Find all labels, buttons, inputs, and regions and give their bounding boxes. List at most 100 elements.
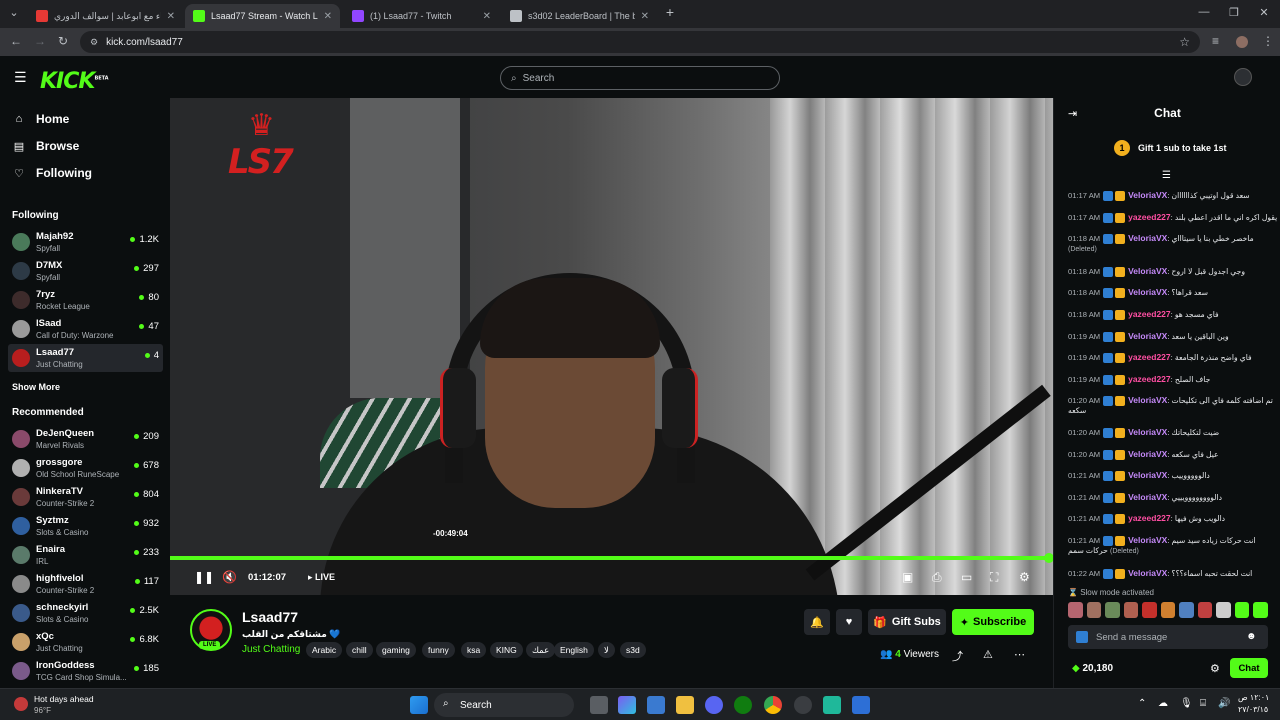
channel-points[interactable]: 20,180: [1072, 663, 1113, 674]
message-username[interactable]: yazeed227: [1128, 212, 1171, 222]
defender-icon[interactable]: [852, 696, 870, 714]
follow-button[interactable]: ♥: [836, 609, 862, 635]
message-username[interactable]: VeloriaVX: [1128, 470, 1167, 480]
tab-search-icon[interactable]: ⌄: [4, 6, 24, 19]
fullscreen-icon[interactable]: ⛶: [990, 570, 998, 585]
reload-icon[interactable]: ↻: [58, 34, 68, 48]
message-username[interactable]: VeloriaVX: [1128, 492, 1167, 502]
onedrive-icon[interactable]: ☁: [1158, 698, 1168, 709]
xbox-icon[interactable]: [734, 696, 752, 714]
tag[interactable]: funny: [422, 642, 455, 658]
share-icon[interactable]: ⤴: [952, 648, 963, 664]
weather-title[interactable]: Hot days ahead: [34, 694, 94, 704]
chrome-icon[interactable]: [764, 696, 782, 714]
tray-overflow-icon[interactable]: ⌃: [1138, 698, 1146, 709]
chat-settings-icon[interactable]: ⚙: [1210, 662, 1220, 675]
message-username[interactable]: VeloriaVX: [1128, 568, 1167, 578]
live-indicator[interactable]: ▸ LIVE: [308, 572, 335, 583]
task-view-icon[interactable]: [590, 696, 608, 714]
video-player[interactable]: ♛ LS7 -00:49:04 ❚❚ 🔇 01:12:07 ▸ LIVE ▣ ⎙…: [170, 98, 1053, 595]
clip-icon[interactable]: ⎙: [932, 570, 942, 585]
more-options-icon[interactable]: ⋯: [1014, 648, 1025, 661]
search-input[interactable]: ⌕ Search: [500, 66, 780, 90]
message-username[interactable]: VeloriaVX: [1128, 190, 1167, 200]
browser-menu-icon[interactable]: ⋮: [1262, 34, 1274, 48]
browser-tab-active[interactable]: Lsaad77 Stream - Watch Live on Kick ✕: [185, 4, 340, 28]
following-channel[interactable]: D7MX Spyfall 297: [8, 257, 163, 285]
browser-tab[interactable]: s3d02 LeaderBoard | The best ... ✕: [502, 4, 657, 28]
new-tab-button[interactable]: +: [660, 4, 680, 20]
message-username[interactable]: yazeed227: [1128, 352, 1171, 362]
taskbar-search[interactable]: Search: [434, 693, 574, 717]
gift-subs-button[interactable]: 🎁 Gift Subs: [868, 609, 946, 635]
message-username[interactable]: VeloriaVX: [1128, 395, 1167, 405]
emote-icon[interactable]: [1253, 602, 1269, 618]
back-icon[interactable]: ←: [10, 34, 22, 48]
profile-avatar[interactable]: [1236, 36, 1248, 48]
taskbar-date[interactable]: ٢٧/٠٣/١٥: [1238, 705, 1268, 714]
store-icon[interactable]: [647, 696, 665, 714]
pip-icon[interactable]: ▭: [961, 570, 972, 584]
browser-tab[interactable]: عشاء مع ابوعابد | سوالف الدوري ✕: [28, 4, 183, 28]
following-channel[interactable]: 7ryz Rocket League 80: [8, 286, 163, 314]
app-icon[interactable]: [823, 696, 841, 714]
recommended-channel[interactable]: Enaira IRL 233: [8, 541, 163, 569]
emote-icon[interactable]: [1142, 602, 1157, 618]
user-avatar[interactable]: [1234, 68, 1252, 86]
media-control-icon[interactable]: ≡: [1212, 34, 1219, 48]
theater-mode-icon[interactable]: ▣: [902, 570, 913, 584]
following-channel[interactable]: Majah92 Spyfall 1.2K: [8, 228, 163, 256]
nav-home[interactable]: ⌂ Home: [12, 112, 70, 126]
file-explorer-icon[interactable]: [676, 696, 694, 714]
close-tab-icon[interactable]: ✕: [324, 11, 332, 22]
recommended-channel[interactable]: DeJenQueen Marvel Rivals 209: [8, 425, 163, 453]
progress-bar[interactable]: [170, 556, 1053, 560]
tag[interactable]: KING: [490, 642, 523, 658]
settings-gear-icon[interactable]: ⚙: [1019, 570, 1030, 584]
message-username[interactable]: VeloriaVX: [1128, 266, 1167, 276]
gift-banner[interactable]: 1 Gift 1 sub to take 1st: [1114, 140, 1227, 156]
close-tab-icon[interactable]: ✕: [483, 11, 491, 22]
chat-filter-icon[interactable]: ☰: [1162, 170, 1171, 181]
streamer-name[interactable]: Lsaad77: [242, 609, 298, 625]
nav-following[interactable]: ♡ Following: [12, 166, 92, 180]
recommended-channel[interactable]: IronGoddess TCG Card Shop Simula... 185: [8, 657, 163, 685]
weather-icon[interactable]: [14, 697, 28, 711]
recommended-channel[interactable]: xQc Just Chatting 6.8K: [8, 628, 163, 656]
message-username[interactable]: VeloriaVX: [1128, 233, 1167, 243]
tag[interactable]: gaming: [376, 642, 416, 658]
recommended-channel[interactable]: highfivelol Counter-Strike 2 117: [8, 570, 163, 598]
show-more-link[interactable]: Show More: [12, 382, 60, 392]
recommended-channel[interactable]: schneckyirl Slots & Casino 2.5K: [8, 599, 163, 627]
emote-icon[interactable]: [1068, 602, 1083, 618]
close-tab-icon[interactable]: ✕: [641, 11, 649, 22]
recommended-channel[interactable]: NinkeraTV Counter-Strike 2 804: [8, 483, 163, 511]
steam-icon[interactable]: [794, 696, 812, 714]
message-username[interactable]: VeloriaVX: [1128, 331, 1167, 341]
emoji-picker-icon[interactable]: ☻: [1246, 631, 1257, 642]
hamburger-menu-icon[interactable]: ☰: [14, 69, 27, 86]
message-username[interactable]: VeloriaVX: [1128, 535, 1167, 545]
recommended-channel[interactable]: grossgore Old School RuneScape 678: [8, 454, 163, 482]
tag[interactable]: chill: [346, 642, 373, 658]
url-bar[interactable]: ⚙ kick.com/lsaad77 ☆: [80, 31, 1200, 53]
stream-category[interactable]: Just Chatting: [242, 644, 300, 655]
tag[interactable]: s3d: [620, 642, 646, 658]
report-icon[interactable]: ⚠: [983, 648, 993, 661]
message-username[interactable]: VeloriaVX: [1128, 287, 1167, 297]
message-username[interactable]: yazeed227: [1128, 513, 1171, 523]
message-username[interactable]: yazeed227: [1128, 309, 1171, 319]
browser-tab[interactable]: (1) Lsaad77 - Twitch ✕: [344, 4, 499, 28]
restore-icon[interactable]: ❐: [1224, 6, 1244, 19]
minimize-icon[interactable]: —: [1194, 6, 1214, 18]
windows-start-icon[interactable]: [410, 696, 428, 714]
emote-icon[interactable]: [1197, 602, 1213, 618]
bookmark-star-icon[interactable]: ☆: [1179, 35, 1190, 49]
following-channel[interactable]: lSaad Call of Duty: Warzone 47: [8, 315, 163, 343]
notification-bell-button[interactable]: 🔔: [804, 609, 830, 635]
message-username[interactable]: VeloriaVX: [1128, 449, 1167, 459]
chat-send-button[interactable]: Chat: [1230, 658, 1268, 678]
emote-icon[interactable]: [1160, 602, 1176, 618]
kick-logo[interactable]: KICKBETA: [40, 69, 109, 94]
forward-icon[interactable]: →: [34, 34, 46, 48]
